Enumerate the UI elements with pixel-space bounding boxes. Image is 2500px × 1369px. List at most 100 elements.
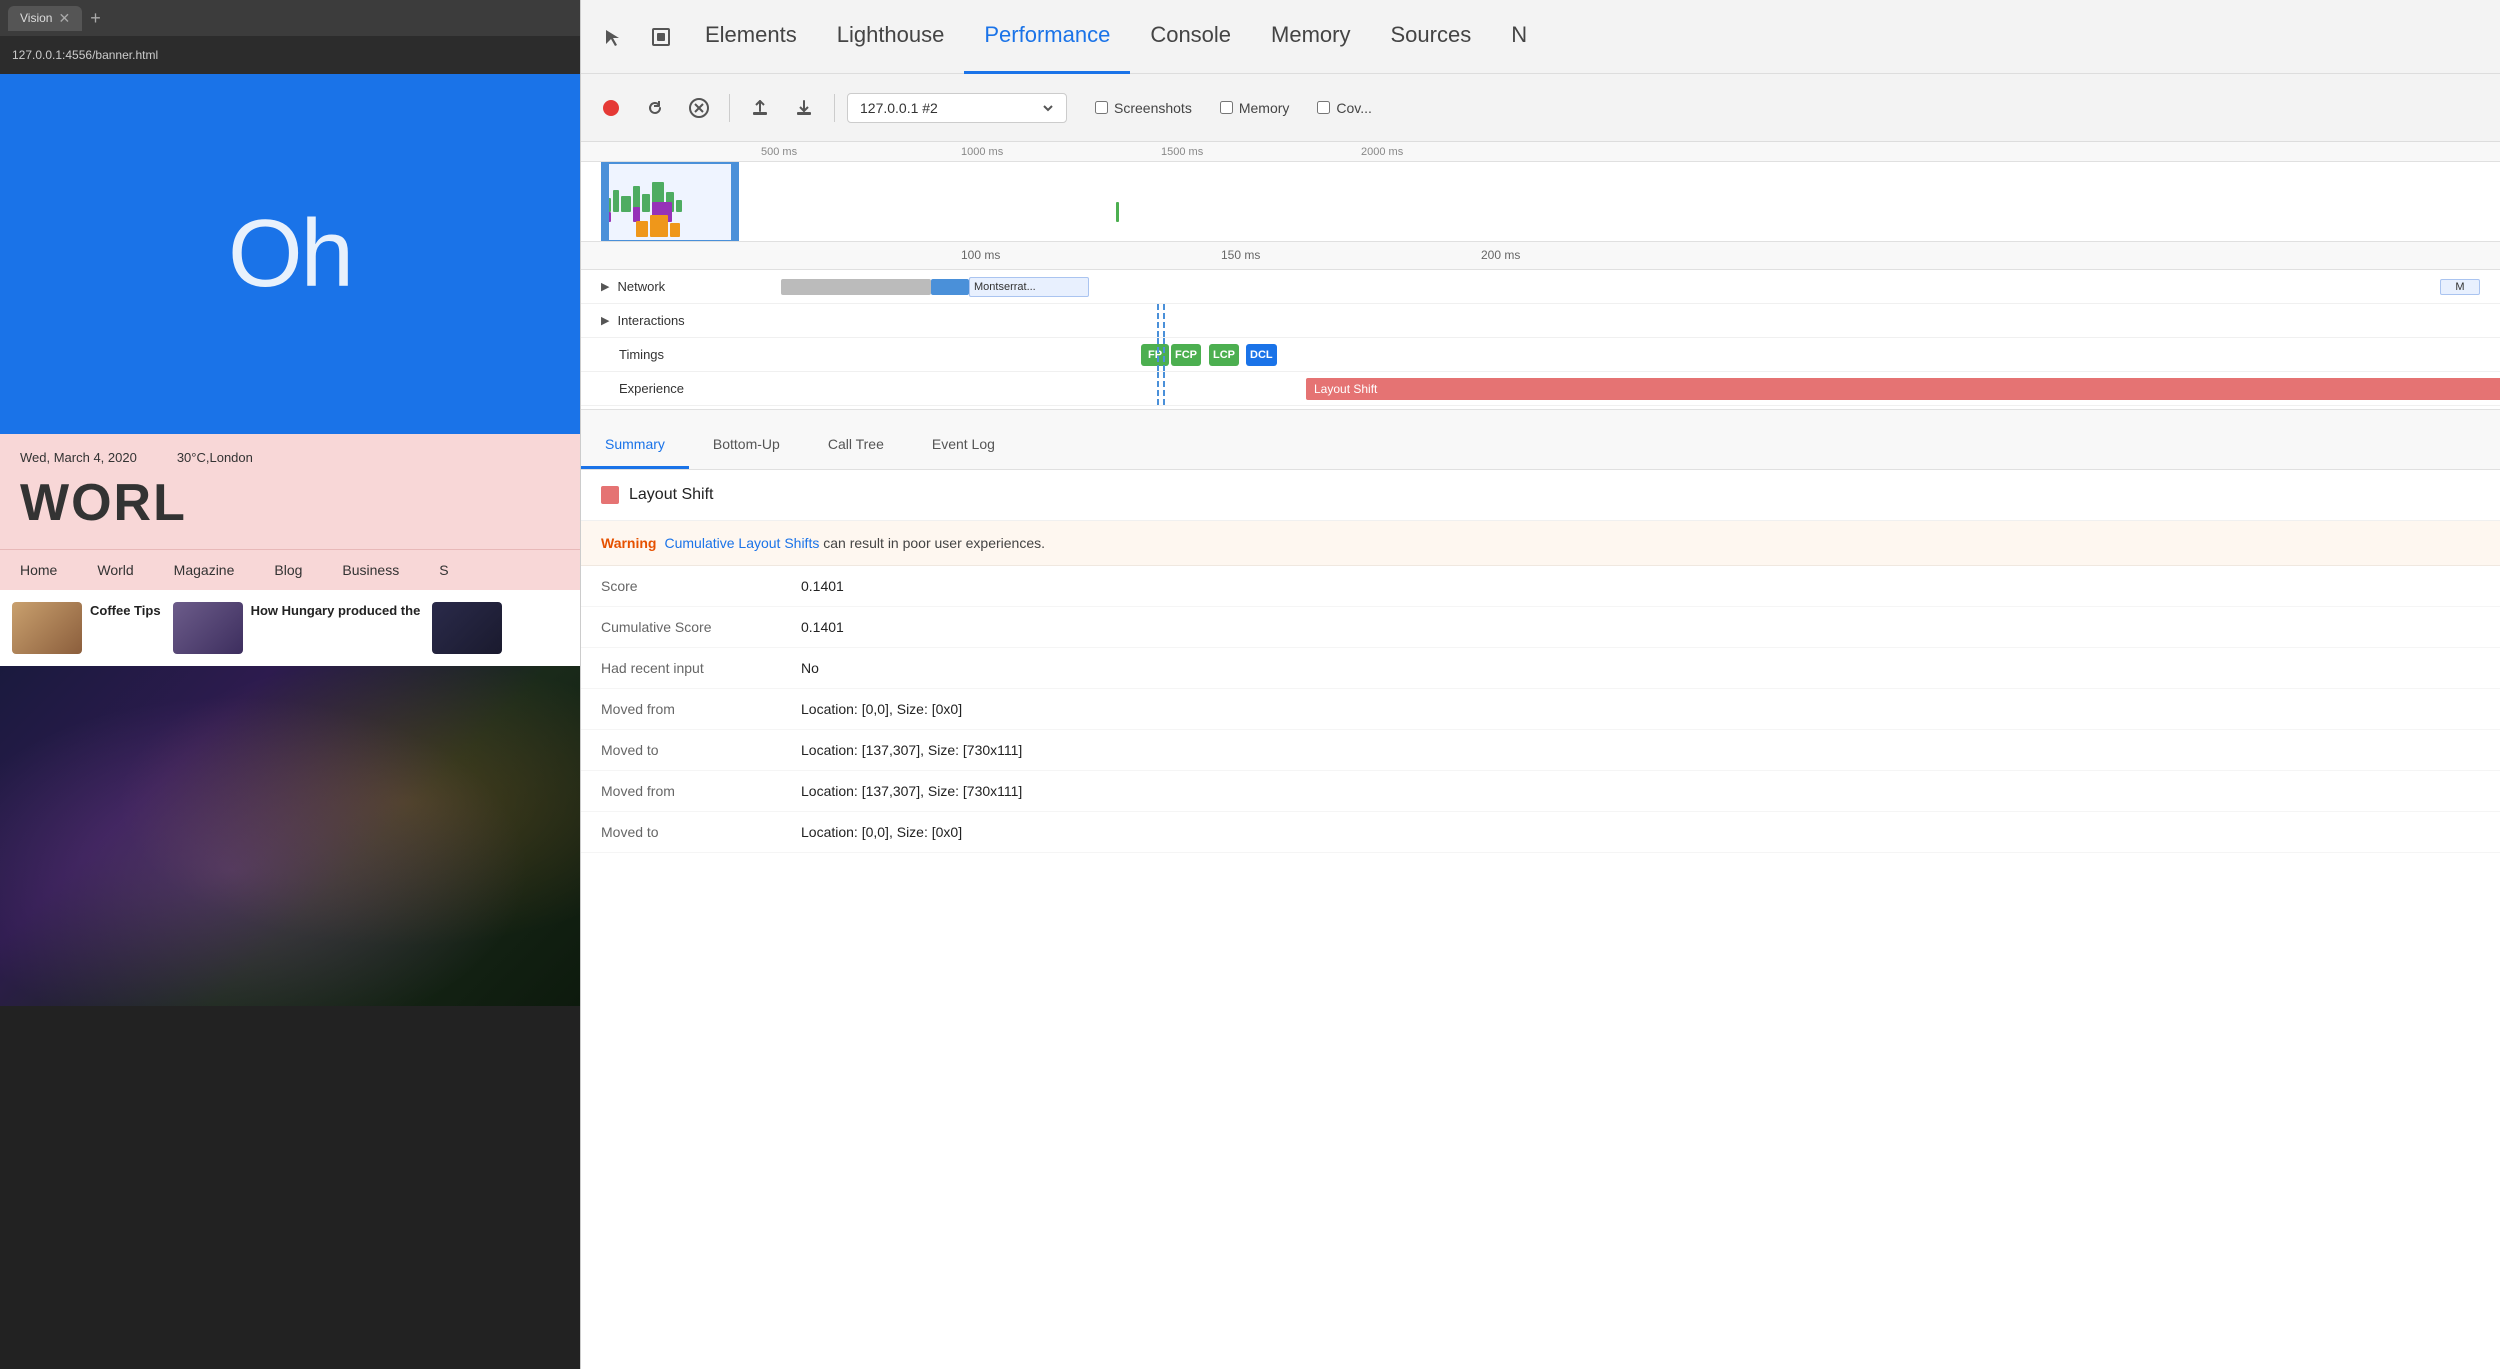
tab-summary[interactable]: Summary [581,409,689,469]
moved-from-2-row: Moved from Location: [137,307], Size: [7… [581,771,2500,812]
moved-from-2-key: Moved from [601,783,781,799]
record-button[interactable] [593,90,629,126]
nav-home[interactable]: Home [20,562,57,578]
article-item [432,602,502,654]
warning-link[interactable]: Cumulative Layout Shifts [664,535,819,551]
tab-bottom-up[interactable]: Bottom-Up [689,409,804,469]
clear-button[interactable] [681,90,717,126]
network-track-label: ▶ Network [581,279,781,294]
url-text: 127.0.0.1:4556/banner.html [12,48,158,62]
tab-close-icon[interactable]: ✕ [58,10,70,27]
network-track-content: Montserrat... M [781,270,2500,303]
date-weather: Wed, March 4, 2020 30°C,London [20,450,560,465]
detail-panel: Layout Shift Warning Cumulative Layout S… [581,470,2500,1369]
expand-arrow-icon[interactable]: ▶ [601,280,609,293]
tab-lighthouse[interactable]: Lighthouse [817,0,965,74]
hero-section: Oh [0,74,580,434]
pink-section: Wed, March 4, 2020 30°C,London WORL [0,434,580,549]
new-tab-icon[interactable]: + [90,8,101,29]
network-request-label2: M [2440,279,2480,295]
download-button[interactable] [786,90,822,126]
moved-from-2-value: Location: [137,307], Size: [730x111] [801,783,1022,799]
timings-label: Timings [619,347,664,362]
selection-handle-right[interactable] [731,164,737,242]
moved-to-2-value: Location: [0,0], Size: [0x0] [801,824,962,840]
articles-row: Coffee Tips How Hungary produced the [0,590,580,666]
cumulative-score-key: Cumulative Score [601,619,781,635]
recent-input-value: No [801,660,819,676]
inspect-icon[interactable] [637,0,685,74]
moved-to-2-row: Moved to Location: [0,0], Size: [0x0] [581,812,2500,853]
experience-track: Experience Layout Shift [581,372,2500,406]
screenshots-checkbox[interactable] [1095,101,1108,114]
webpage-preview: Vision ✕ + 127.0.0.1:4556/banner.html Oh… [0,0,580,1369]
cursor-icon[interactable] [589,0,637,74]
experience-label: Experience [619,381,684,396]
timeline-minimap[interactable] [581,162,2500,242]
tab-call-tree[interactable]: Call Tree [804,409,908,469]
tab-more[interactable]: N [1491,0,1547,74]
detail-ruler: 100 ms 150 ms 200 ms [581,242,2500,270]
tab-sources[interactable]: Sources [1371,0,1492,74]
big-concert-image [0,666,580,1006]
reload-button[interactable] [637,90,673,126]
layout-shift-header: Layout Shift [581,470,2500,521]
experience-track-label: Experience [581,381,781,396]
ruler-mark-2000: 2000 ms [1361,146,1403,158]
ruler-100ms: 100 ms [961,248,1000,262]
session-label: 127.0.0.1 #2 [860,100,938,116]
nav-world[interactable]: World [97,562,133,578]
url-bar: 127.0.0.1:4556/banner.html [0,36,580,74]
memory-checkbox[interactable] [1220,101,1233,114]
warning-banner: Warning Cumulative Layout Shifts can res… [581,521,2500,566]
moved-from-1-row: Moved from Location: [0,0], Size: [0x0] [581,689,2500,730]
dashed-line-3 [1157,338,1159,371]
interactions-label: Interactions [617,313,684,328]
tab-performance[interactable]: Performance [964,0,1130,74]
moved-from-1-value: Location: [0,0], Size: [0x0] [801,701,962,717]
timeline-detail: 100 ms 150 ms 200 ms ▶ Network Montserra… [581,242,2500,410]
tab-memory[interactable]: Memory [1251,0,1370,74]
session-selector[interactable]: 127.0.0.1 #2 [847,93,1067,123]
article-thumb-coffee [12,602,82,654]
screenshots-checkbox-group: Screenshots [1095,100,1192,116]
moved-to-2-key: Moved to [601,824,781,840]
article-thumb-dark [432,602,502,654]
webpage-content: Oh Wed, March 4, 2020 30°C,London WORL H… [0,74,580,1006]
timings-track-content: FP FCP LCP DCL [781,338,2500,371]
timings-track: Timings FP FCP LCP DCL [581,338,2500,372]
coverage-checkbox[interactable] [1317,101,1330,114]
moved-to-1-key: Moved to [601,742,781,758]
green-marker [1116,202,1119,222]
nav-business[interactable]: Business [342,562,399,578]
screenshots-label: Screenshots [1114,100,1192,116]
tab-console[interactable]: Console [1130,0,1251,74]
timeline-selection[interactable] [601,162,739,242]
nav-magazine[interactable]: Magazine [174,562,235,578]
article-title-hungary: How Hungary produced the [251,602,421,620]
tab-event-log[interactable]: Event Log [908,409,1019,469]
upload-button[interactable] [742,90,778,126]
timeline-overview[interactable]: 500 ms 1000 ms 1500 ms 2000 ms [581,142,2500,242]
selection-handle-left[interactable] [603,164,609,242]
lcp-badge: LCP [1209,344,1239,366]
tab-elements[interactable]: Elements [685,0,817,74]
coverage-label: Cov... [1336,100,1372,116]
dcl-badge: DCL [1246,344,1277,366]
layout-shift-bar[interactable]: Layout Shift [1306,378,2500,400]
expand-arrow-icon[interactable]: ▶ [601,314,609,327]
dashed-line-2 [1163,304,1165,337]
cumulative-score-row: Cumulative Score 0.1401 [581,607,2500,648]
fcp-badge: FCP [1171,344,1201,366]
nav-bar: Home World Magazine Blog Business S [0,549,580,590]
memory-checkbox-group: Memory [1220,100,1290,116]
score-row: Score 0.1401 [581,566,2500,607]
browser-tab[interactable]: Vision ✕ [8,6,82,31]
nav-blog[interactable]: Blog [274,562,302,578]
timings-track-label: Timings [581,347,781,362]
moved-from-1-key: Moved from [601,701,781,717]
ruler-mark-500: 500 ms [761,146,797,158]
nav-s[interactable]: S [439,562,448,578]
score-value: 0.1401 [801,578,844,594]
bottom-tabs: Summary Bottom-Up Call Tree Event Log [581,410,2500,470]
